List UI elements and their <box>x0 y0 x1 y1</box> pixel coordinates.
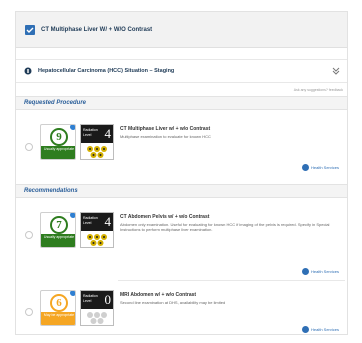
divider <box>118 280 345 281</box>
score-label: May be appropriate <box>41 312 75 325</box>
score-label: Usually appropriate <box>41 234 75 247</box>
recommendation-title: CT Abdomen Pelvis w/ + w/o Contrast <box>120 214 210 220</box>
procedure-card: 9 Usually appropriate Radiation Level 4 … <box>16 116 347 172</box>
radiation-icon <box>87 146 107 158</box>
section-heading: Requested Procedure <box>24 100 87 106</box>
appropriateness-score: 7 Usually appropriate <box>40 212 76 248</box>
indication-title: Hepatocellular Carcinoma (HCC) Situation… <box>38 68 175 74</box>
recommendations-section: Recommendations <box>16 184 347 198</box>
radiation-icon <box>87 312 107 324</box>
procedure-title: CT Multiphase Liver w/ + w/o Contrast <box>120 126 211 132</box>
score-value: 6 <box>50 293 68 312</box>
order-title: CT Multiphase Liver W/ + W/O Contrast <box>41 26 153 33</box>
appropriateness-score: 6 May be appropriate <box>40 290 76 326</box>
score-value: 9 <box>50 127 68 146</box>
help-icon[interactable] <box>70 291 75 296</box>
provider-logo-icon <box>301 268 309 275</box>
recommendation-title: MRI Abdomen w/ + w/o Contrast <box>120 292 197 298</box>
recommendation-body: Abdomen only examination. Useful for eva… <box>120 222 330 232</box>
radiation-label: Radiation Level <box>83 128 98 137</box>
provider-logo-icon <box>301 164 309 171</box>
select-radio[interactable] <box>25 231 33 239</box>
help-icon[interactable] <box>70 125 75 130</box>
appropriateness-score: 9 Usually appropriate <box>40 124 76 160</box>
provider-link[interactable]: Health Services <box>301 268 339 275</box>
radiation-level-value: 4 <box>104 126 112 141</box>
radiation-label: Radiation Level <box>83 216 98 225</box>
radiation-label: Radiation Level <box>83 294 98 303</box>
recommendation-description: MRI Abdomen w/ + w/o Contrast Second lin… <box>120 292 345 305</box>
provider-name: Health Services <box>310 327 339 332</box>
provider-link[interactable]: Health Services <box>301 326 339 333</box>
radiation-icon <box>87 234 107 246</box>
provider-link[interactable]: Health Services <box>301 164 339 171</box>
chevron-down-icon[interactable] <box>331 66 341 76</box>
indication-icon <box>24 67 32 75</box>
indication-selector[interactable]: Hepatocellular Carcinoma (HCC) Situation… <box>16 59 347 83</box>
procedure-description: CT Multiphase Liver w/ + w/o Contrast Mu… <box>120 126 345 139</box>
radiation-level-badge: Radiation Level 0 <box>80 290 114 326</box>
decision-support-panel: CT Multiphase Liver W/ + W/O Contrast He… <box>15 11 348 335</box>
radiation-level-badge: Radiation Level 4 <box>80 124 114 160</box>
order-header: CT Multiphase Liver W/ + W/O Contrast <box>16 12 347 48</box>
recommendation-description: CT Abdomen Pelvis w/ + w/o Contrast Abdo… <box>120 214 345 232</box>
procedure-body: Multiphase examination to evaluate for k… <box>120 134 211 139</box>
score-label: Usually appropriate <box>41 146 75 159</box>
requested-procedure-section: Requested Procedure <box>16 96 347 110</box>
provider-name: Health Services <box>310 269 339 274</box>
score-value: 7 <box>50 215 68 234</box>
feedback-link[interactable]: Ask any suggestions? feedback <box>294 88 343 92</box>
radiation-level-value: 4 <box>104 214 112 229</box>
recommendation-card: 6 May be appropriate Radiation Level 0 M… <box>16 284 347 336</box>
order-icon <box>25 24 35 35</box>
radiation-level-value: 0 <box>104 292 112 307</box>
provider-logo-icon <box>301 326 309 333</box>
provider-name: Health Services <box>310 165 339 170</box>
recommendation-card: 7 Usually appropriate Radiation Level 4 … <box>16 204 347 278</box>
help-icon[interactable] <box>70 213 75 218</box>
recommendation-body: Second line examination at DHS, availabi… <box>120 300 226 305</box>
section-heading: Recommendations <box>24 188 78 194</box>
select-radio[interactable] <box>25 308 33 316</box>
radiation-level-badge: Radiation Level 4 <box>80 212 114 248</box>
select-radio[interactable] <box>25 143 33 151</box>
